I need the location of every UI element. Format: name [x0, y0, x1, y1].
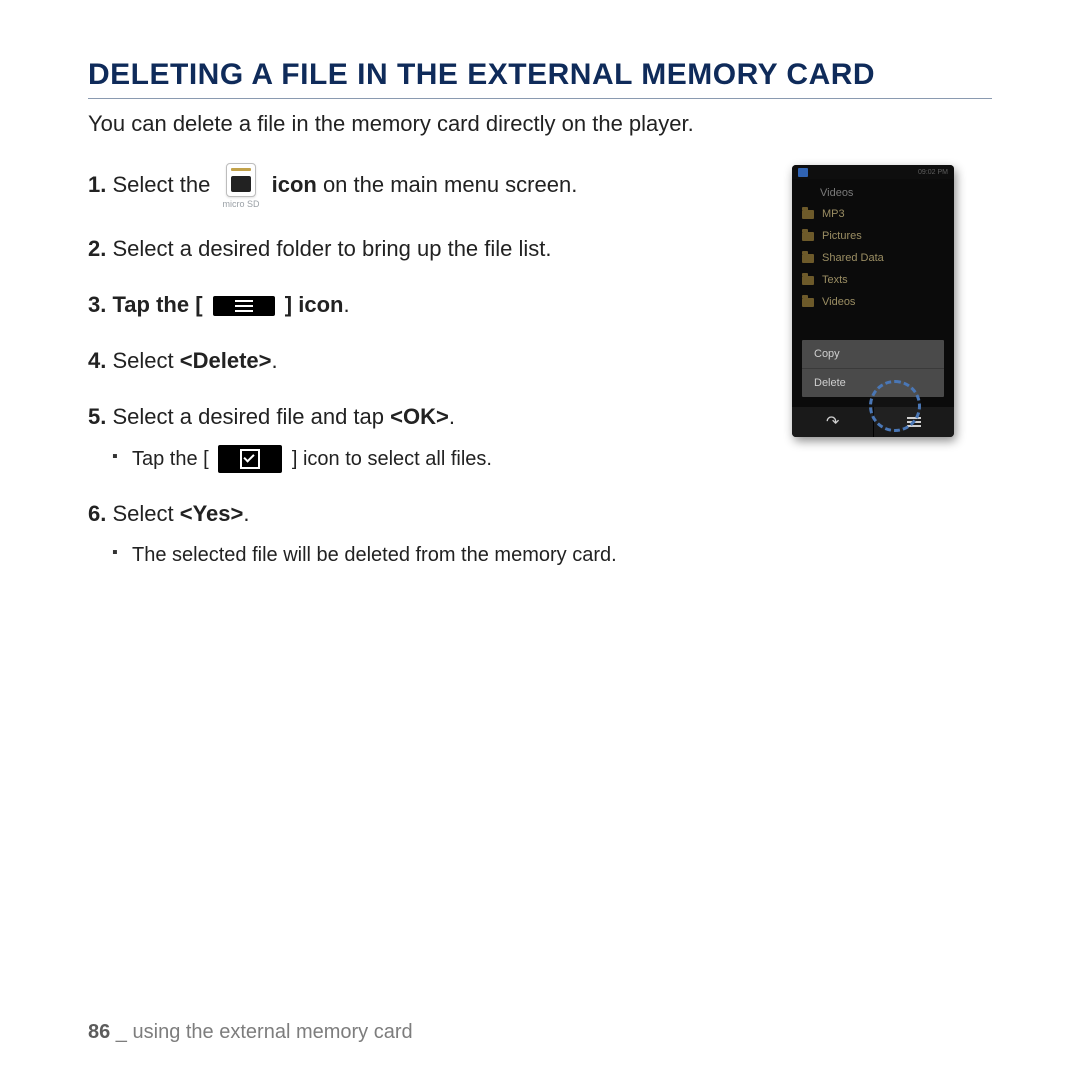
- step-1: 1. Select the micro SD icon on the main …: [88, 163, 770, 209]
- step-text: .: [449, 404, 455, 429]
- step-text-bold: icon: [272, 172, 317, 197]
- title-rule: [88, 98, 992, 99]
- footer-separator: _: [110, 1021, 132, 1043]
- step-text: .: [343, 292, 349, 317]
- device-screenshot: 09:02 PM Videos MP3 Pictures Shared Data…: [792, 165, 954, 437]
- bracket: ]: [285, 292, 292, 317]
- step-text-bold: <Delete>: [180, 348, 272, 373]
- step-5: 5. Select a desired file and tap <OK>. T…: [88, 401, 770, 474]
- back-icon: ↶: [826, 412, 839, 432]
- folder-icon: [802, 254, 814, 263]
- intro-text: You can delete a file in the memory card…: [88, 111, 992, 137]
- device-heading: Videos: [792, 179, 954, 203]
- step-number: 3.: [88, 292, 106, 317]
- device-folder-row: Videos: [792, 291, 954, 313]
- instruction-list: 1. Select the micro SD icon on the main …: [88, 163, 770, 594]
- folder-icon: [802, 276, 814, 285]
- step-text: .: [271, 348, 277, 373]
- sub-item: The selected file will be deleted from t…: [112, 541, 770, 570]
- folder-name: Pictures: [822, 230, 862, 242]
- step-text: Tap the: [112, 292, 195, 317]
- step-number: 4.: [88, 348, 106, 373]
- sub-item: Tap the [ ] icon to select all files.: [112, 445, 770, 474]
- highlight-ring: [869, 380, 921, 432]
- step-4: 4. Select <Delete>.: [88, 345, 770, 377]
- select-all-icon: [218, 445, 282, 473]
- sd-indicator-icon: [798, 168, 808, 177]
- folder-icon: [802, 210, 814, 219]
- step-5-sub: Tap the [ ] icon to select all files.: [112, 445, 770, 474]
- step-text: Select the: [112, 172, 210, 197]
- step-text: .: [243, 501, 249, 526]
- sub-text: icon to select all files.: [297, 448, 492, 470]
- bracket: [: [203, 448, 209, 470]
- folder-name: Videos: [822, 296, 855, 308]
- folder-icon: [802, 232, 814, 241]
- folder-name: MP3: [822, 208, 845, 220]
- step-text: Select a desired file and tap: [112, 404, 390, 429]
- device-folder-row: Texts: [792, 269, 954, 291]
- step-6-sub: The selected file will be deleted from t…: [112, 541, 770, 570]
- device-folder-row: MP3: [792, 203, 954, 225]
- folder-name: Texts: [822, 274, 848, 286]
- step-text: Select: [112, 501, 179, 526]
- page-footer: 86 _ using the external memory card: [88, 1021, 413, 1044]
- step-text-bold: <OK>: [390, 404, 449, 429]
- step-text-bold: <Yes>: [180, 501, 244, 526]
- context-menu-item: Copy: [802, 340, 944, 368]
- step-6: 6. Select <Yes>. The selected file will …: [88, 498, 770, 571]
- step-2: 2. Select a desired folder to bring up t…: [88, 233, 770, 265]
- footer-section: using the external memory card: [133, 1021, 413, 1043]
- step-number: 5.: [88, 404, 106, 429]
- folder-name: Shared Data: [822, 252, 884, 264]
- device-context-menu: Copy Delete: [802, 340, 944, 397]
- device-back-button: ↶: [792, 407, 873, 437]
- folder-icon: [802, 298, 814, 307]
- page-title: DELETING A FILE IN THE EXTERNAL MEMORY C…: [88, 58, 992, 92]
- step-text: icon: [292, 292, 343, 317]
- step-text: Select a desired folder to bring up the …: [112, 236, 551, 261]
- step-number: 2.: [88, 236, 106, 261]
- page-number: 86: [88, 1021, 110, 1043]
- bracket: [: [195, 292, 202, 317]
- microsd-icon: micro SD: [222, 163, 259, 209]
- sub-text: Tap the: [132, 448, 203, 470]
- step-number: 6.: [88, 501, 106, 526]
- step-3: 3. Tap the [ ] icon.: [88, 289, 770, 321]
- device-folder-row: Shared Data: [792, 247, 954, 269]
- device-clock: 09:02 PM: [918, 169, 948, 176]
- device-file-list: MP3 Pictures Shared Data Texts Videos: [792, 203, 954, 313]
- microsd-label: micro SD: [222, 200, 259, 209]
- device-folder-row: Pictures: [792, 225, 954, 247]
- step-text: on the main menu screen.: [317, 172, 577, 197]
- step-text: Select: [112, 348, 179, 373]
- manual-page: DELETING A FILE IN THE EXTERNAL MEMORY C…: [0, 0, 1080, 1080]
- device-status-bar: 09:02 PM: [792, 165, 954, 179]
- step-number: 1.: [88, 172, 106, 197]
- content-columns: 1. Select the micro SD icon on the main …: [88, 163, 992, 594]
- menu-icon: [213, 296, 275, 316]
